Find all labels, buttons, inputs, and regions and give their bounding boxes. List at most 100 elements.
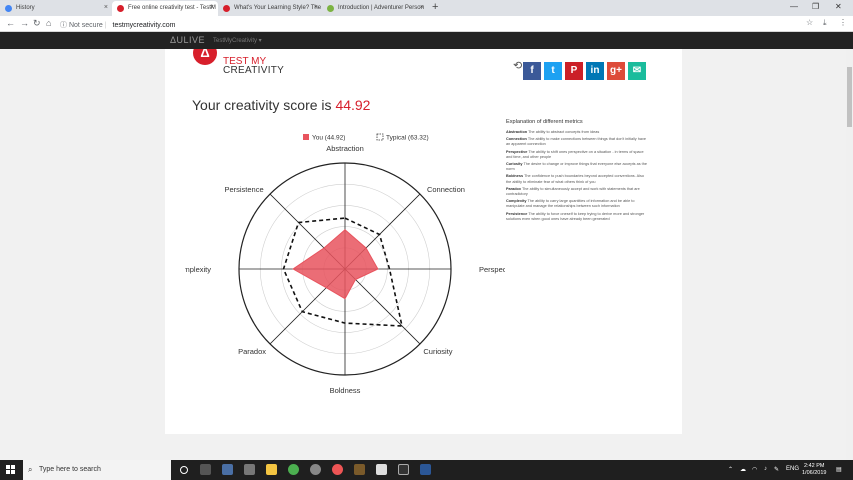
download-icon[interactable]: ⤓ [823, 18, 827, 28]
legend-swatch-you [303, 134, 309, 140]
metric-name: Complexity [506, 199, 527, 204]
volume-icon[interactable]: ♪ [764, 466, 767, 472]
browser-tab[interactable]: What's Your Learning Style? The × [218, 1, 322, 16]
url-text[interactable]: testmycreativity.com [113, 22, 176, 29]
windows-taskbar: ⌕ Type here to search ⌃ ☁ ◠ ♪ ✎ ENG 2:42… [0, 460, 853, 480]
app-icon[interactable] [310, 464, 321, 475]
metric-description: The confidence to push boundaries beyond… [506, 174, 644, 184]
scrollbar-thumb[interactable] [847, 67, 852, 127]
share-arrow-icon: ⟲ [513, 60, 523, 72]
app-icon[interactable] [332, 464, 343, 475]
legend-label: Typical (63.32) [386, 135, 429, 142]
facebook-icon[interactable]: f [523, 62, 541, 80]
pen-icon[interactable]: ✎ [774, 466, 779, 473]
tab-title: Free online creativity test - TestM [128, 5, 216, 11]
new-tab-button[interactable]: + [432, 1, 438, 13]
tab-close-icon[interactable]: × [420, 4, 424, 11]
paint-icon[interactable] [244, 464, 255, 475]
wifi-icon[interactable]: ◠ [752, 466, 757, 473]
browser-tab-strip: History × Free online creativity test - Te… [0, 0, 853, 16]
linkedin-icon[interactable]: in [586, 62, 604, 80]
metric-name: Connection [506, 137, 527, 142]
browser-tab[interactable]: Introduction | Adventurer Person × [322, 1, 428, 16]
tab-favicon-icon [223, 5, 230, 12]
axis-label: Complexity [185, 265, 211, 274]
security-label: Not secure [68, 22, 103, 29]
word-icon[interactable] [420, 464, 431, 475]
minimize-icon[interactable]: — [790, 2, 798, 11]
app-icon[interactable] [222, 464, 233, 475]
metric-description: The ability to make connections between … [506, 137, 646, 147]
cloud-icon[interactable]: ☁ [740, 466, 746, 473]
explanation-title: Explanation of different metrics [506, 119, 583, 125]
metric-name: Boldness [506, 174, 524, 179]
home-icon[interactable]: ⌂ [46, 18, 51, 28]
minecraft-icon[interactable] [354, 464, 365, 475]
forward-icon[interactable]: → [20, 18, 29, 28]
site-brand[interactable]: ΔULIVE [170, 35, 205, 45]
menu-icon[interactable]: ⋮ [839, 18, 847, 27]
chrome-icon[interactable] [288, 464, 299, 475]
metric-description: The ability to shift ones perspective on… [506, 149, 644, 159]
language-label[interactable]: ENG [786, 466, 799, 472]
windows-start-icon[interactable] [6, 465, 16, 475]
twitter-icon[interactable]: t [544, 62, 562, 80]
metric-explanation: Perspective The ability to shift ones pe… [506, 150, 649, 160]
legend-swatch-typical [376, 133, 384, 141]
site-menu-dropdown[interactable]: TestMyCreativity ▾ [213, 37, 262, 44]
mail-icon[interactable] [376, 464, 387, 475]
metric-name: Persistence [506, 211, 528, 216]
bookmark-star-icon[interactable]: ☆ [806, 18, 813, 27]
tray-arrow-icon[interactable]: ⌃ [728, 466, 733, 473]
tab-close-icon[interactable]: × [210, 4, 214, 11]
series-you-area [292, 229, 379, 300]
score-prefix: Your creativity score is [192, 97, 336, 113]
metric-name: Paradox [506, 186, 521, 191]
googleplus-icon[interactable]: g+ [607, 62, 625, 80]
file-explorer-icon[interactable] [266, 464, 277, 475]
metric-description: The ability to carry large quantities of… [506, 199, 635, 209]
metric-explanation: Boldness The confidence to push boundari… [506, 174, 649, 184]
logo-line2: CREATIVITY [223, 65, 285, 76]
tab-favicon-icon [327, 5, 334, 12]
task-view-icon[interactable] [200, 464, 211, 475]
metric-name: Curiosity [506, 162, 523, 167]
app-icon[interactable] [398, 464, 409, 475]
email-icon[interactable]: ✉ [628, 62, 646, 80]
browser-tab[interactable]: History × [0, 1, 112, 16]
tab-title: History [16, 5, 35, 11]
legend-label: You (44.92) [312, 135, 345, 142]
tab-title: What's Your Learning Style? The [234, 5, 322, 11]
axis-label: Paradox [238, 347, 266, 356]
back-icon[interactable]: ← [6, 18, 15, 28]
results-card: Δ TEST MY CREATIVITY ⟲ f t Pin g+ ✉ Your cre… [165, 49, 682, 434]
taskbar-search[interactable]: ⌕ Type here to search [23, 460, 171, 480]
page-scrollbar[interactable] [846, 49, 853, 460]
tab-close-icon[interactable]: × [314, 4, 318, 11]
notifications-icon[interactable]: ▤ [836, 466, 842, 473]
metric-description: The desire to change or improve things t… [506, 162, 647, 172]
tab-favicon-icon [117, 5, 124, 12]
reload-icon[interactable]: ↻ [33, 18, 41, 29]
address-bar[interactable]: ⓘ Not secure | testmycreativity.com [60, 18, 790, 30]
metric-explanation: Abstraction The ability to abstract conc… [506, 130, 649, 135]
axis-label: Abstraction [326, 144, 364, 153]
axis-label: Curiosity [423, 347, 452, 356]
info-icon[interactable]: ⓘ [60, 22, 67, 29]
taskbar-clock[interactable]: 2:42 PM 1/06/2019 [802, 463, 826, 477]
tab-close-icon[interactable]: × [104, 4, 108, 11]
metric-description: The ability to force oneself to keep try… [506, 211, 645, 221]
creativity-radar-chart: Abstraction Connection Perspective Curiosit… [185, 133, 505, 393]
metric-explanation: Curiosity The desire to change or improv… [506, 162, 649, 172]
window-close-icon[interactable]: ✕ [835, 2, 842, 11]
pinterest-icon[interactable]: P [565, 62, 583, 80]
maximize-icon[interactable]: ❐ [812, 2, 819, 11]
browser-tab[interactable]: Free online creativity test - TestM × [112, 1, 218, 16]
cortana-icon[interactable] [180, 466, 188, 474]
page-content: Δ TEST MY CREATIVITY ⟲ f t Pin g+ ✉ Your cre… [0, 49, 846, 460]
search-icon: ⌕ [28, 465, 33, 474]
axis-label: Perspective [479, 265, 505, 274]
metric-explanation: Persistence The ability to force oneself… [506, 212, 649, 222]
browser-toolbar: ← → ↻ ⌂ ⓘ Not secure | testmycreativity.… [0, 16, 853, 32]
metric-explanation: Complexity The ability to carry large qu… [506, 199, 649, 209]
